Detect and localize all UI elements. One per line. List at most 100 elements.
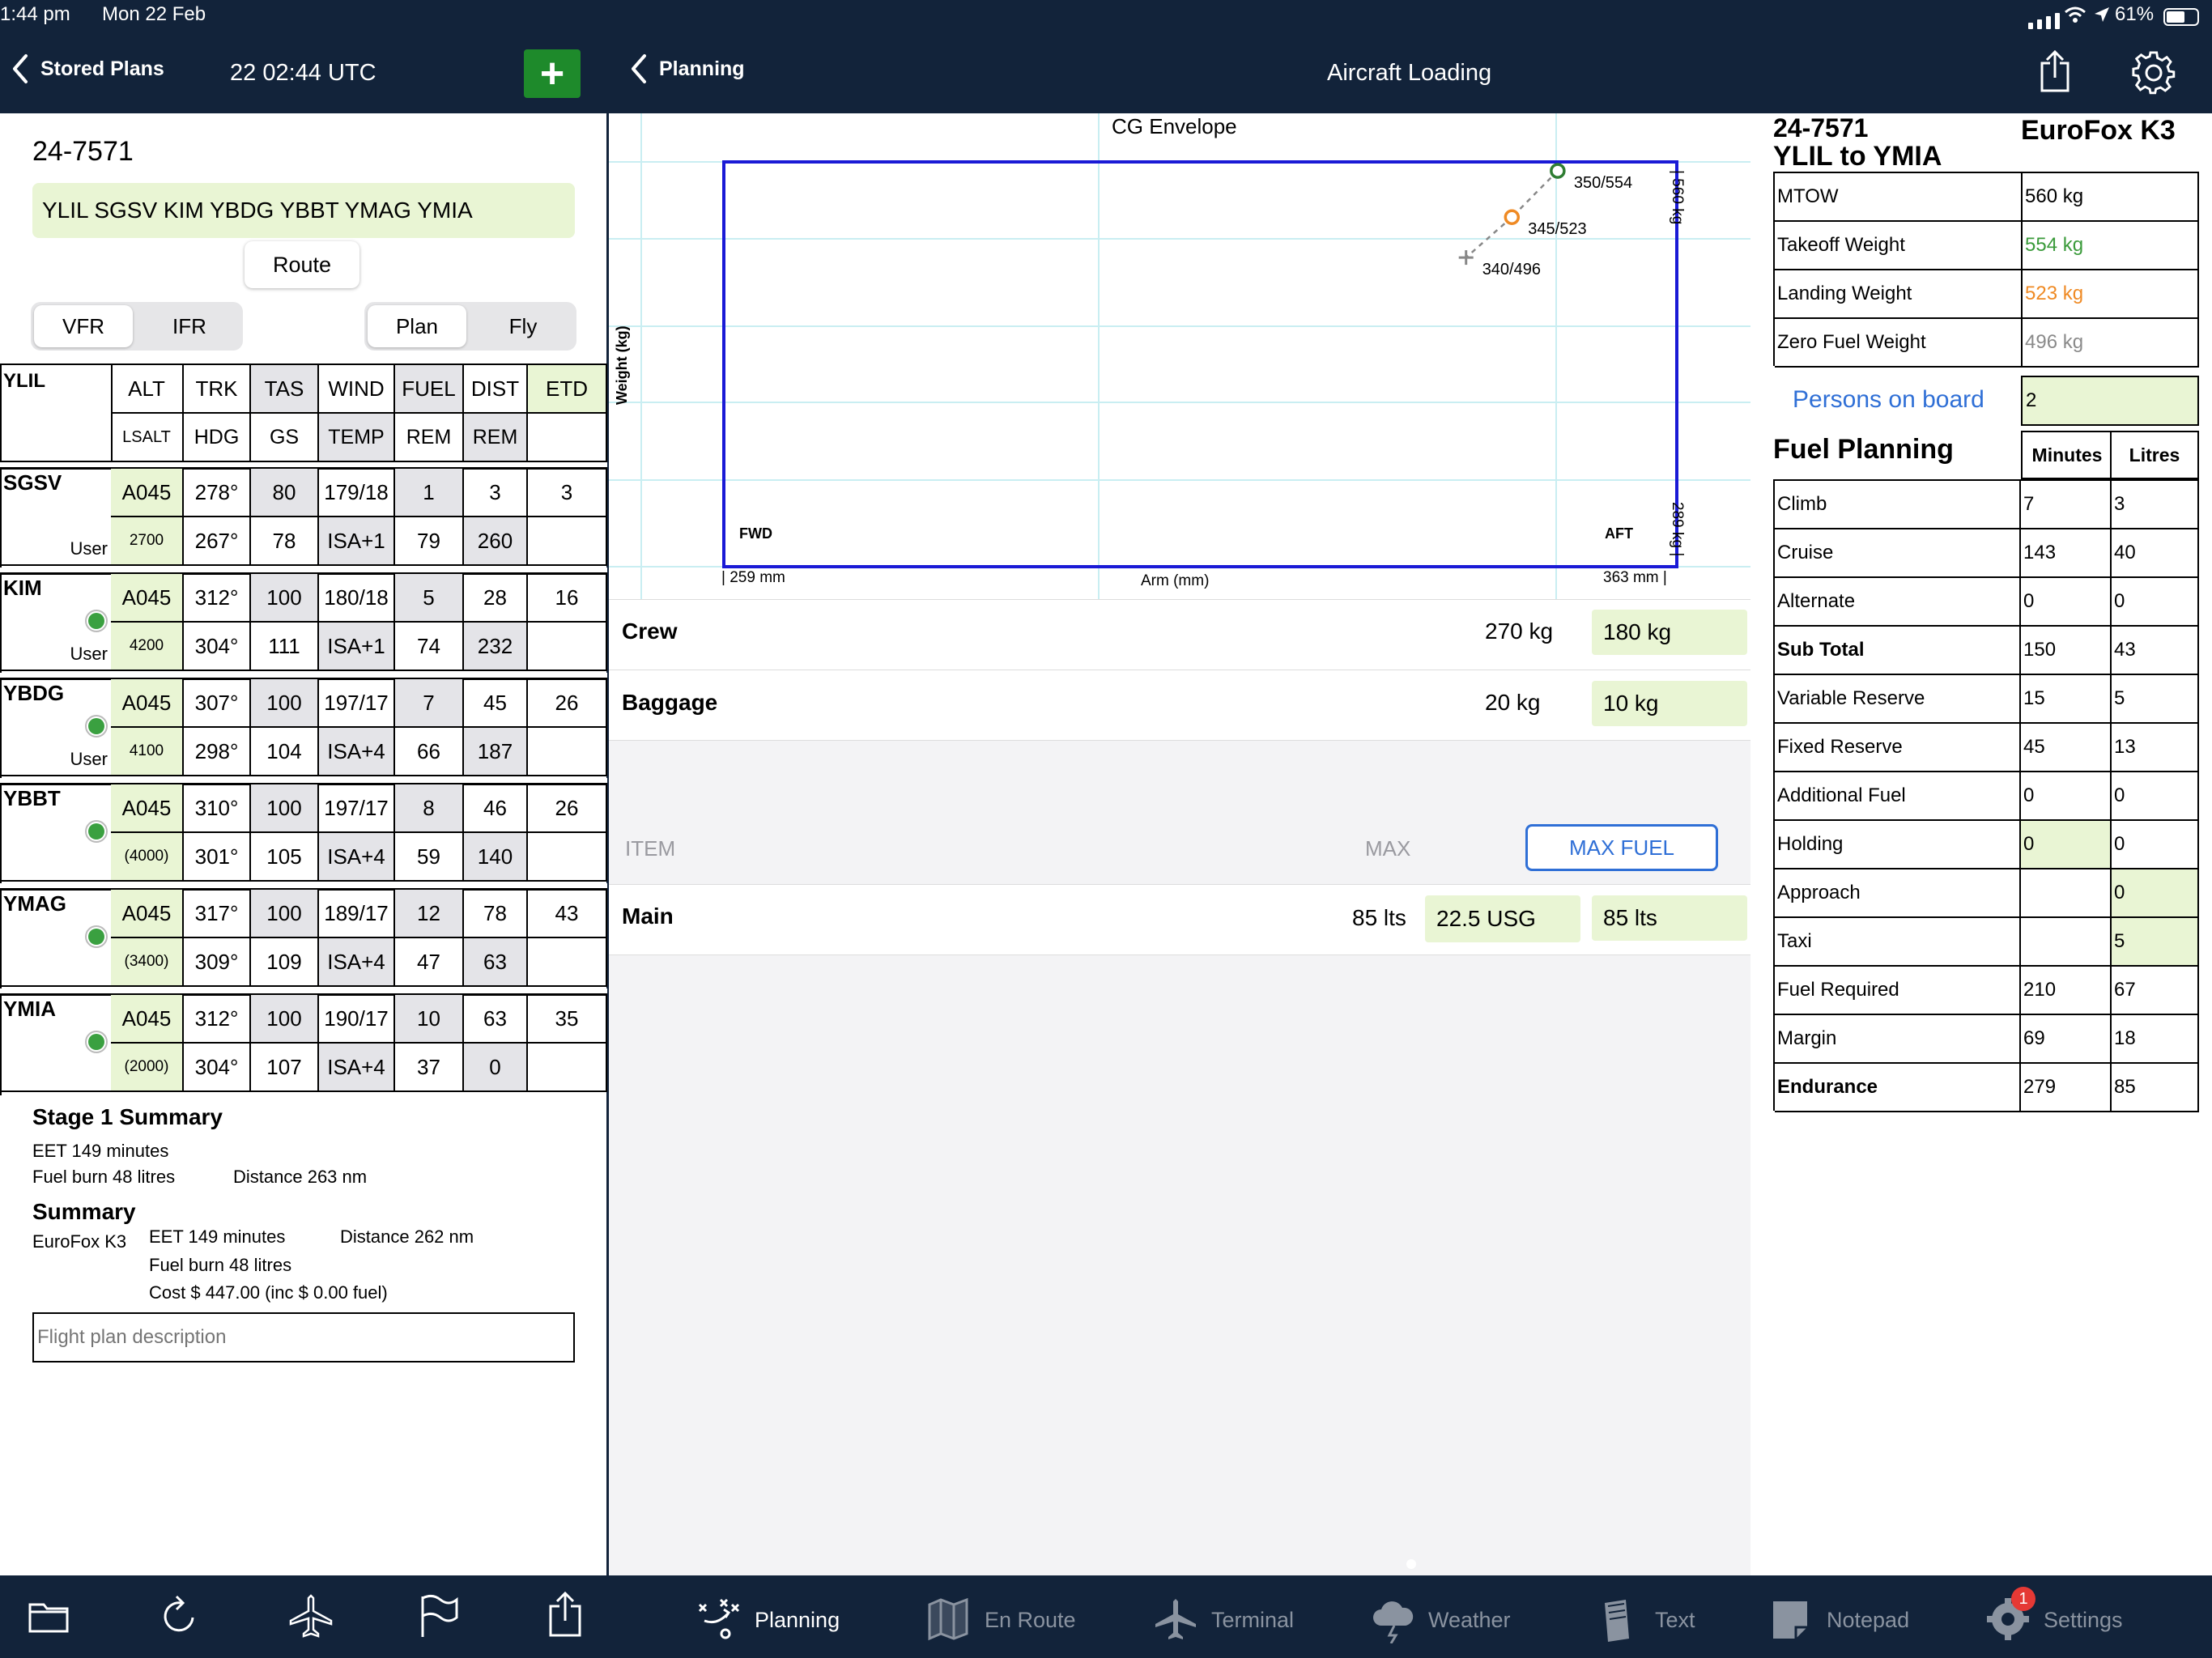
fuel-row-litres: 13 <box>2112 724 2199 772</box>
leg-cell: 304° <box>184 623 251 671</box>
column-subheader: LSALT <box>111 414 184 462</box>
leg-cell: 0 <box>464 1044 528 1092</box>
route-text[interactable]: YLIL SGSV KIM YBDG YBBT YMAG YMIA <box>32 183 575 238</box>
location-icon <box>2095 7 2109 22</box>
fuel-row-litres[interactable]: 0 <box>2112 869 2199 918</box>
segment-ifr[interactable]: IFR <box>139 305 240 347</box>
main-tank-usg-input[interactable]: 22.5 USG <box>1425 895 1580 942</box>
summary-distance: Distance 262 nm <box>340 1226 474 1247</box>
leg-cell: 317° <box>184 890 251 938</box>
text-icon <box>1605 1600 1629 1642</box>
max-fuel-button[interactable]: MAX FUEL <box>1525 824 1718 871</box>
share-icon[interactable] <box>2039 49 2071 94</box>
column-subheader: TEMP <box>319 414 395 462</box>
airplane-icon[interactable] <box>288 1593 334 1639</box>
persons-on-board-label[interactable]: Persons on board <box>1793 386 1984 414</box>
tab-text[interactable]: Text <box>1597 1596 1695 1643</box>
waypoint-cell[interactable]: KIM User <box>2 574 113 671</box>
page-title: Aircraft Loading <box>1327 60 1492 86</box>
crew-weight-input[interactable]: 180 kg <box>1592 610 1747 655</box>
leg-cell: 47 <box>395 938 464 987</box>
battery-percent: 61% <box>2115 3 2155 25</box>
tab-terminal[interactable]: Terminal <box>1153 1596 1294 1643</box>
leg-cell: 4200 <box>111 623 184 671</box>
stored-plans-back-button[interactable]: Stored Plans <box>11 53 164 84</box>
tab-label: Weather <box>1428 1607 1511 1632</box>
leg-cell: 140 <box>464 833 528 882</box>
fuel-row-label: Endurance <box>1775 1064 2021 1112</box>
leg-cell: A045 <box>111 890 184 938</box>
tab-en-route[interactable]: En Route <box>926 1596 1076 1643</box>
waypoint-cell[interactable]: YBDG User <box>2 679 113 776</box>
tab-weather[interactable]: Weather <box>1370 1596 1511 1643</box>
persons-on-board-input[interactable]: 2 <box>2021 376 2199 426</box>
waypoint-cell[interactable]: YMAG <box>2 890 113 987</box>
waypoint-name: YMAG <box>3 891 66 916</box>
baggage-weight-input[interactable]: 10 kg <box>1592 681 1747 726</box>
leg-cell: ISA+4 <box>319 833 395 882</box>
fuel-row-label: Sub Total <box>1775 627 2021 675</box>
fuel-row-minutes: 150 <box>2021 627 2112 675</box>
fuel-row-minutes: 45 <box>2021 724 2112 772</box>
weight-value: 496 kg <box>2023 319 2199 368</box>
waypoint-name: SGSV <box>3 470 62 495</box>
cg-point <box>1550 163 1566 179</box>
fuel-max-header: MAX <box>1365 836 1411 861</box>
main-tank-litres-input[interactable]: 85 lts <box>1592 895 1747 941</box>
tab-settings[interactable]: Settings 1 <box>1985 1587 2123 1643</box>
waypoint-cell[interactable]: YMIA <box>2 995 113 1092</box>
waypoint-cell[interactable]: YBBT <box>2 784 113 882</box>
segment-vfr[interactable]: VFR <box>34 305 133 347</box>
weight-label: Takeoff Weight <box>1775 222 2023 270</box>
flag-icon[interactable] <box>418 1593 460 1639</box>
waypoint-name: YBDG <box>3 681 65 705</box>
status-dot-fill <box>88 929 104 945</box>
waypoint-cell[interactable]: SGSV User <box>2 469 113 566</box>
crew-max: 270 kg <box>1485 619 1554 644</box>
export-icon[interactable] <box>547 1590 583 1639</box>
nav-log-table: YLIL ALT LSALT TRK HDG TAS GS WIND TEMP FUEL REM DI… <box>0 363 607 1095</box>
leg-cell: 78 <box>464 890 528 938</box>
fuel-row-minutes[interactable]: 0 <box>2021 821 2112 869</box>
column-header: ALT <box>111 365 184 414</box>
fuel-row-label: Variable Reserve <box>1775 675 2021 724</box>
weight-value: 554 kg <box>2023 222 2199 270</box>
planning-back-button[interactable]: Planning <box>630 53 745 84</box>
status-dot-fill <box>88 1034 104 1050</box>
flight-plan-description-input[interactable] <box>32 1312 575 1363</box>
refresh-icon[interactable] <box>159 1593 201 1639</box>
column-subheader: REM <box>395 414 464 462</box>
leg-cell: 104 <box>251 728 319 776</box>
leg-cell: A045 <box>111 784 184 833</box>
segment-fly[interactable]: Fly <box>473 305 573 347</box>
status-dot-icon <box>85 1031 108 1053</box>
leg-cell: ISA+4 <box>319 938 395 987</box>
tab-planning[interactable]: Planning <box>696 1596 840 1643</box>
column-header: TRK <box>184 365 251 414</box>
segment-plan[interactable]: Plan <box>368 305 466 347</box>
fuel-row-litres[interactable]: 5 <box>2112 918 2199 967</box>
route-button[interactable]: Route <box>245 241 359 288</box>
status-dot-icon <box>85 610 108 632</box>
leg-cell: ISA+4 <box>319 728 395 776</box>
leg-cell: 59 <box>395 833 464 882</box>
leg-cell <box>528 623 607 671</box>
add-plan-button[interactable]: + <box>524 49 581 98</box>
origin-cell: YLIL <box>2 365 113 462</box>
cg-point-label: 340/496 <box>1482 261 1541 279</box>
leg-cell: 63 <box>464 995 528 1044</box>
map-icon <box>928 1597 968 1641</box>
gear-icon[interactable] <box>2131 50 2176 96</box>
fuel-row-minutes <box>2021 918 2112 967</box>
folder-icon[interactable] <box>28 1600 70 1634</box>
tab-notepad[interactable]: Notepad <box>1768 1596 1909 1643</box>
leg-cell: 66 <box>395 728 464 776</box>
fuel-row-litres: 18 <box>2112 1015 2199 1064</box>
fuel-col-minutes: Minutes <box>2021 431 2112 479</box>
leg-cell: 312° <box>184 574 251 623</box>
tab-label: Settings <box>2044 1607 2123 1632</box>
waypoint-name: YBBT <box>3 786 61 810</box>
tab-label: En Route <box>985 1607 1076 1632</box>
leg-cell: 109 <box>251 938 319 987</box>
leg-cell: A045 <box>111 574 184 623</box>
